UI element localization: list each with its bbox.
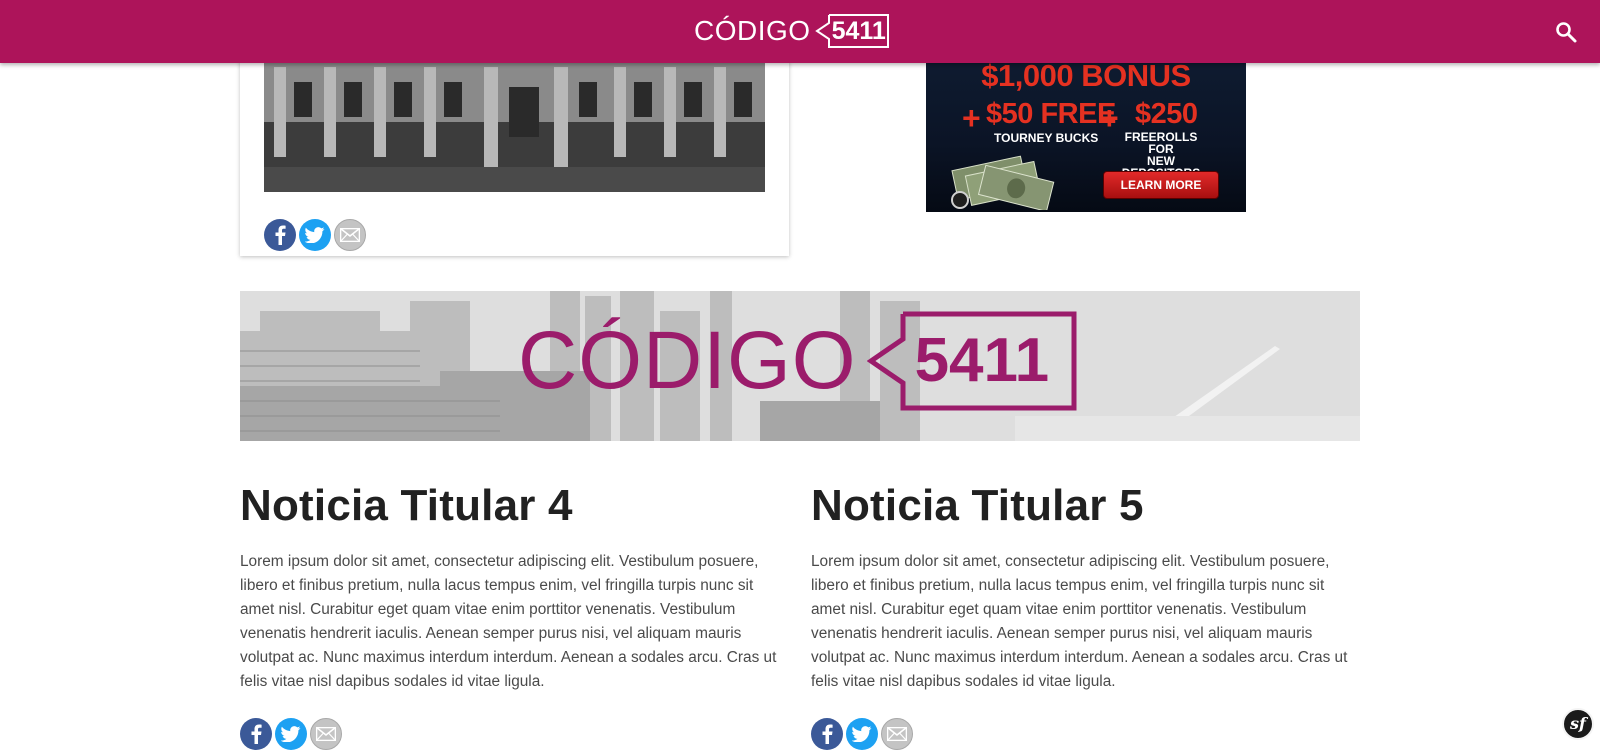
ad-freerolls-line1: FREEROLLS FOR xyxy=(1124,130,1198,156)
site-logo[interactable]: CÓDIGO 5411 xyxy=(694,12,892,50)
email-icon[interactable] xyxy=(881,718,913,750)
facebook-icon[interactable] xyxy=(811,718,843,750)
article-body: Lorem ipsum dolor sit amet, consectetur … xyxy=(811,553,1348,690)
banner-logo-word: CÓDIGO xyxy=(518,315,857,406)
logo-number: 5411 xyxy=(831,17,886,45)
article-card: Noticia Titular 5 Lorem ipsum dolor sit … xyxy=(811,480,1356,750)
ad-learn-more-button[interactable]: LEARN MORE xyxy=(1103,171,1219,199)
banner-logo: CÓDIGO 5411 xyxy=(518,311,1077,411)
article-body: Lorem ipsum dolor sit amet, consectetur … xyxy=(240,553,777,690)
ad-free-text: $50 FREE xyxy=(986,98,1116,130)
logo-word: CÓDIGO xyxy=(694,15,811,46)
twitter-icon[interactable] xyxy=(275,718,307,750)
facebook-icon[interactable] xyxy=(264,219,296,251)
money-stack-image xyxy=(951,155,1055,210)
top-app-bar: CÓDIGO 5411 xyxy=(0,0,1600,63)
banner-logo-number-box: 5411 xyxy=(866,311,1077,411)
article-title[interactable]: Noticia Titular 4 xyxy=(240,480,785,532)
email-icon[interactable] xyxy=(334,219,366,251)
ad-amount-text: $250 xyxy=(1135,98,1198,130)
twitter-icon[interactable] xyxy=(846,718,878,750)
logo-number-box: 5411 xyxy=(814,14,892,48)
facebook-icon[interactable] xyxy=(240,718,272,750)
city-banner: CÓDIGO 5411 xyxy=(240,291,1360,441)
symfony-toolbar-icon[interactable]: sf xyxy=(1562,708,1594,740)
share-bar xyxy=(811,718,913,750)
share-bar xyxy=(240,718,342,750)
news-card xyxy=(240,40,789,256)
ad-plus-sign: + xyxy=(962,100,981,136)
article-title[interactable]: Noticia Titular 5 xyxy=(811,480,1356,532)
poker-ad-banner[interactable]: $1,000 BONUS + $50 FREE + $250 TOURNEY B… xyxy=(926,40,1246,212)
email-icon[interactable] xyxy=(310,718,342,750)
share-bar xyxy=(264,219,366,251)
twitter-icon[interactable] xyxy=(299,219,331,251)
building-photo[interactable] xyxy=(264,62,765,192)
banner-logo-number: 5411 xyxy=(914,326,1050,395)
ad-bonus-text: $1,000 BONUS xyxy=(981,58,1191,93)
article-card: Noticia Titular 4 Lorem ipsum dolor sit … xyxy=(240,480,785,750)
search-icon[interactable] xyxy=(1554,20,1578,44)
